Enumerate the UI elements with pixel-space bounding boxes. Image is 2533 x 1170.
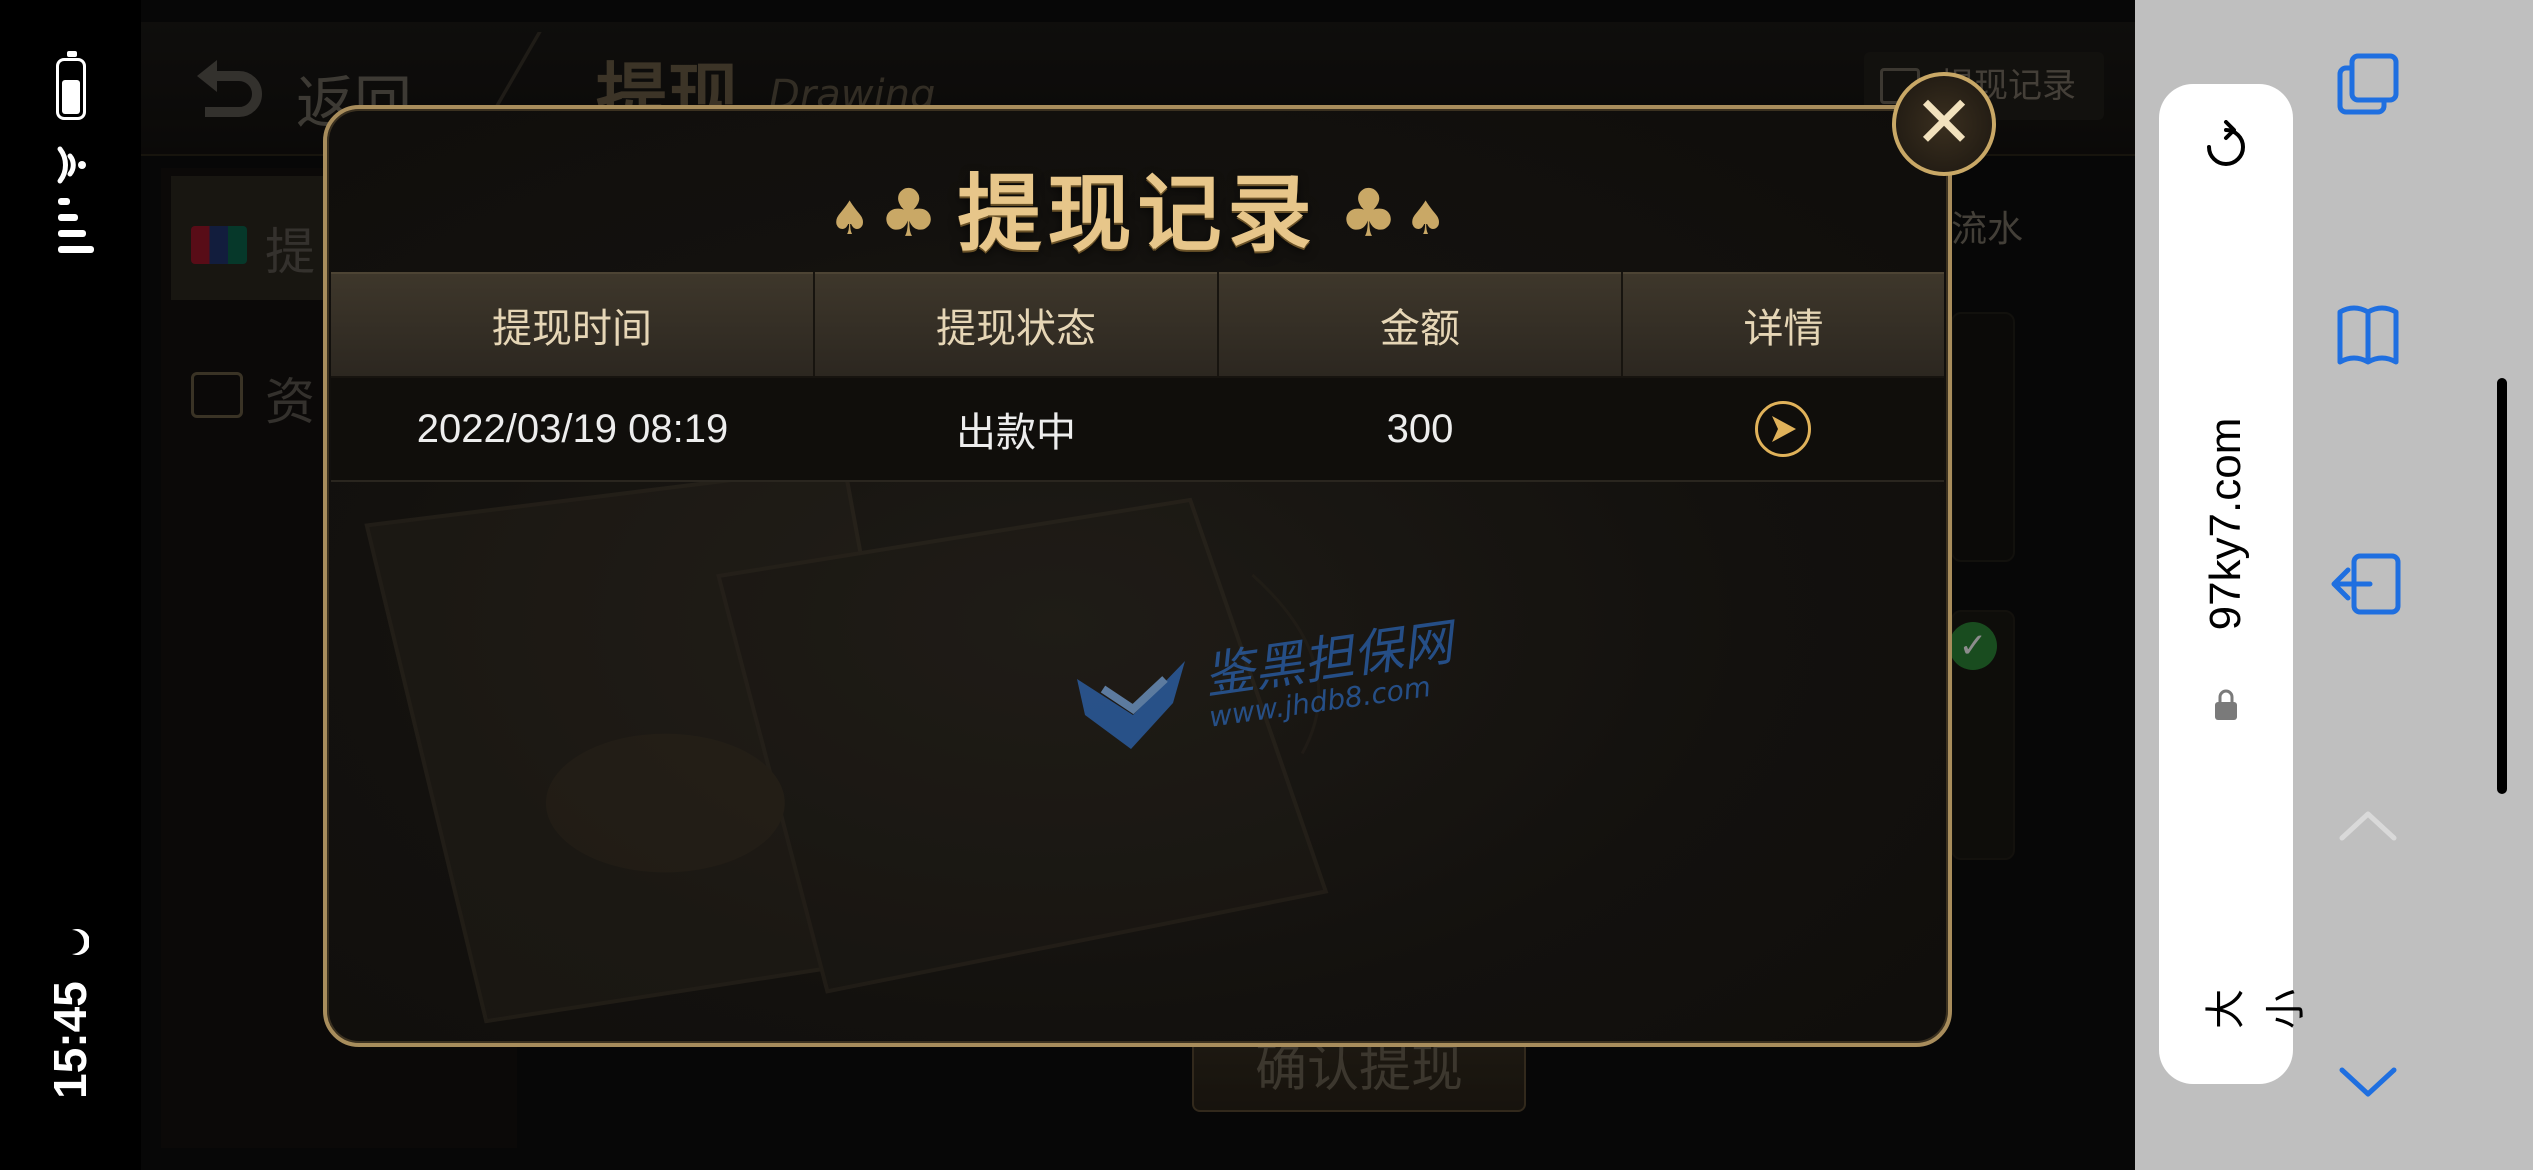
status-bar: 15:45 bbox=[0, 0, 141, 1170]
modal-header: ♠ ♣ 提现记录 ♣ ♠ bbox=[327, 109, 1948, 269]
wifi-icon bbox=[57, 146, 86, 184]
withdraw-records-modal: ♠ ♣ 提现记录 ♣ ♠ 提现时间 提现状态 金额 详情 2022/03/19 … bbox=[323, 105, 1952, 1047]
modal-title: 提现记录 bbox=[957, 165, 1318, 263]
cell-status: 出款中 bbox=[814, 377, 1218, 482]
cell-time: 2022/03/19 08:19 bbox=[331, 377, 814, 482]
cell-amount: 300 bbox=[1218, 377, 1622, 482]
chevron-up-icon[interactable] bbox=[2330, 790, 2406, 866]
address-bar[interactable]: 97ky7.com 大小 bbox=[2159, 84, 2309, 1084]
status-time: 15:45 bbox=[44, 981, 96, 1099]
table-row: 2022/03/19 08:19 出款中 300 bbox=[331, 377, 1944, 482]
cellular-signal-icon bbox=[58, 198, 94, 264]
spade-icon: ♠ bbox=[1405, 191, 1447, 245]
lock-icon bbox=[2215, 689, 2237, 720]
details-arrow-icon[interactable] bbox=[1755, 401, 1811, 457]
browser-toolbar: 97ky7.com 大小 bbox=[2135, 0, 2533, 1170]
scroll-indicator[interactable] bbox=[2497, 378, 2507, 794]
text-size-button[interactable]: 大小 bbox=[2196, 972, 2309, 1046]
column-header-details: 详情 bbox=[1622, 272, 1944, 378]
exit-icon[interactable] bbox=[2330, 546, 2406, 622]
close-icon[interactable]: ✕ bbox=[1892, 72, 1996, 176]
club-icon: ♣ bbox=[1339, 175, 1399, 252]
chevron-down-icon[interactable] bbox=[2330, 1042, 2406, 1118]
table-header: 提现时间 提现状态 金额 详情 bbox=[331, 272, 1944, 378]
records-table: 提现时间 提现状态 金额 详情 2022/03/19 08:19 出款中 300 bbox=[331, 272, 1944, 482]
url-text[interactable]: 97ky7.com bbox=[2196, 349, 2256, 699]
watermark-logo-icon bbox=[1077, 661, 1185, 749]
column-header-status: 提现状态 bbox=[814, 272, 1219, 378]
cell-details bbox=[1622, 377, 1944, 482]
tabs-icon[interactable] bbox=[2330, 50, 2406, 126]
column-header-amount: 金额 bbox=[1218, 272, 1623, 378]
reload-icon[interactable] bbox=[2199, 120, 2253, 174]
battery-icon bbox=[56, 51, 86, 120]
column-header-time: 提现时间 bbox=[331, 272, 815, 378]
watermark: 鉴黑担保网 www.jhdb8.com bbox=[1073, 613, 1473, 759]
bookmarks-icon[interactable] bbox=[2330, 298, 2406, 374]
